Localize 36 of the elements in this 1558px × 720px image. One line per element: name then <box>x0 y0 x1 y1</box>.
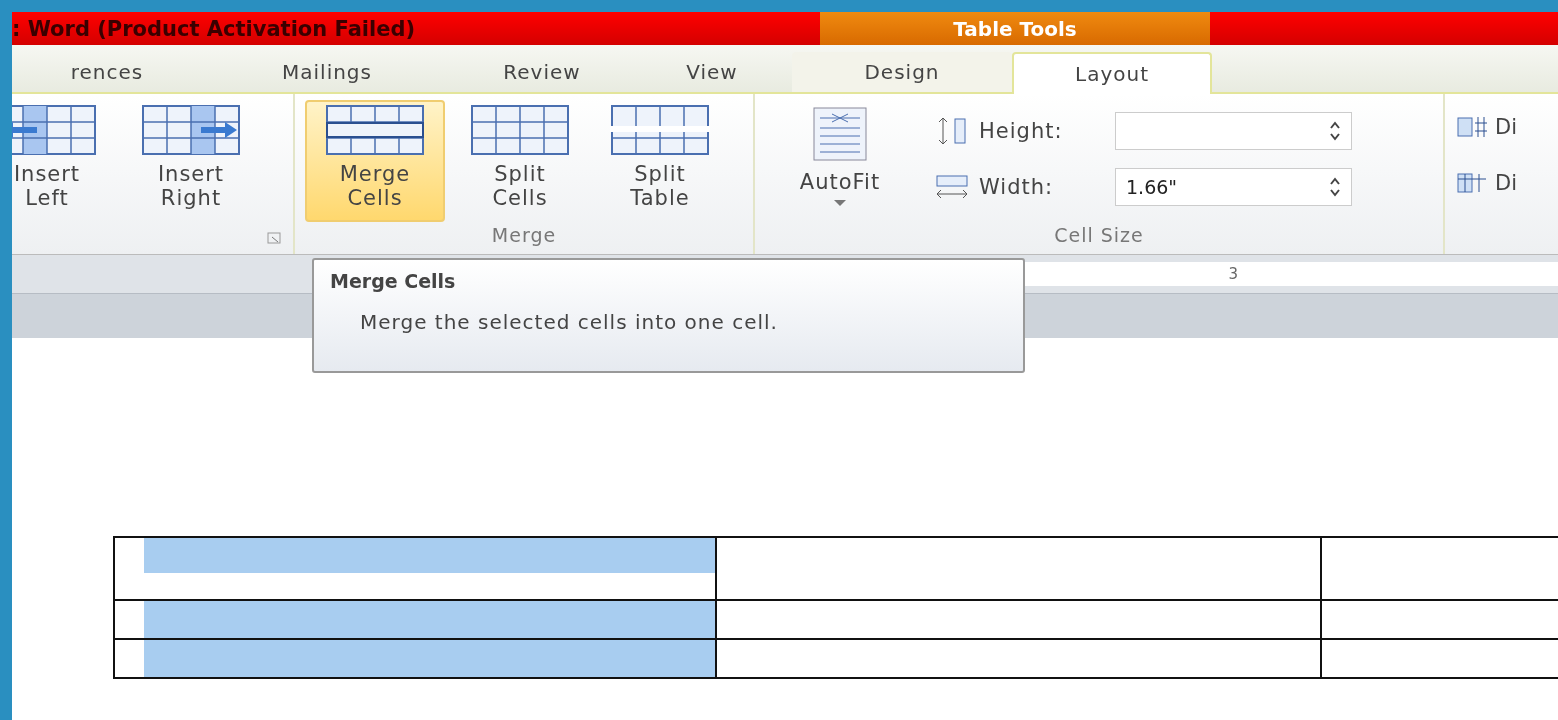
ribbon-button[interactable]: Merge Cells <box>305 100 445 222</box>
distribute-button[interactable]: Di <box>1457 102 1517 152</box>
autofit-button[interactable]: AutoFit <box>775 100 905 222</box>
table-icon <box>610 104 710 156</box>
height-label: Height: <box>979 119 1064 143</box>
ruler-number: 3 <box>1228 265 1238 283</box>
distribute-icon <box>1457 171 1487 195</box>
table-icon <box>325 104 425 156</box>
spin-arrows-icon[interactable] <box>1329 177 1341 197</box>
table-icon <box>141 104 241 156</box>
height-field[interactable] <box>1115 112 1352 150</box>
distribute-icon <box>1457 115 1487 139</box>
tooltip-text: Merge the selected cells into one cell. <box>359 309 779 334</box>
context-tab-title: Table Tools <box>820 12 1210 45</box>
group-label: Merge <box>490 224 558 248</box>
table-icon <box>12 104 97 156</box>
ribbon-tab[interactable]: Layout <box>1012 52 1212 94</box>
ribbon-button[interactable]: Split Cells <box>455 100 585 222</box>
distribute-button[interactable]: Di <box>1457 158 1517 208</box>
autofit-icon <box>810 104 870 164</box>
ribbon-button[interactable]: Split Table <box>595 100 725 222</box>
ribbon-button[interactable]: Insert Left <box>12 100 112 222</box>
table-icon <box>470 104 570 156</box>
ribbon-button[interactable]: Insert Right <box>126 100 256 222</box>
ribbon-tab[interactable]: Review <box>452 52 632 92</box>
window-title: : Word (Product Activation Failed) <box>12 15 417 43</box>
ribbon-tab[interactable]: Mailings <box>202 52 452 92</box>
ribbon-tab[interactable]: View <box>632 52 792 92</box>
tooltip-title: Merge Cells <box>330 270 457 292</box>
ribbon-tab[interactable]: rences <box>12 52 202 92</box>
width-field[interactable]: 1.66" <box>1115 168 1352 206</box>
dropdown-caret-icon <box>834 200 846 206</box>
spin-arrows-icon[interactable] <box>1329 121 1341 141</box>
group-label: Cell Size <box>1053 224 1145 248</box>
width-label: Width: <box>979 175 1055 199</box>
ribbon-tab[interactable]: Design <box>792 52 1012 92</box>
